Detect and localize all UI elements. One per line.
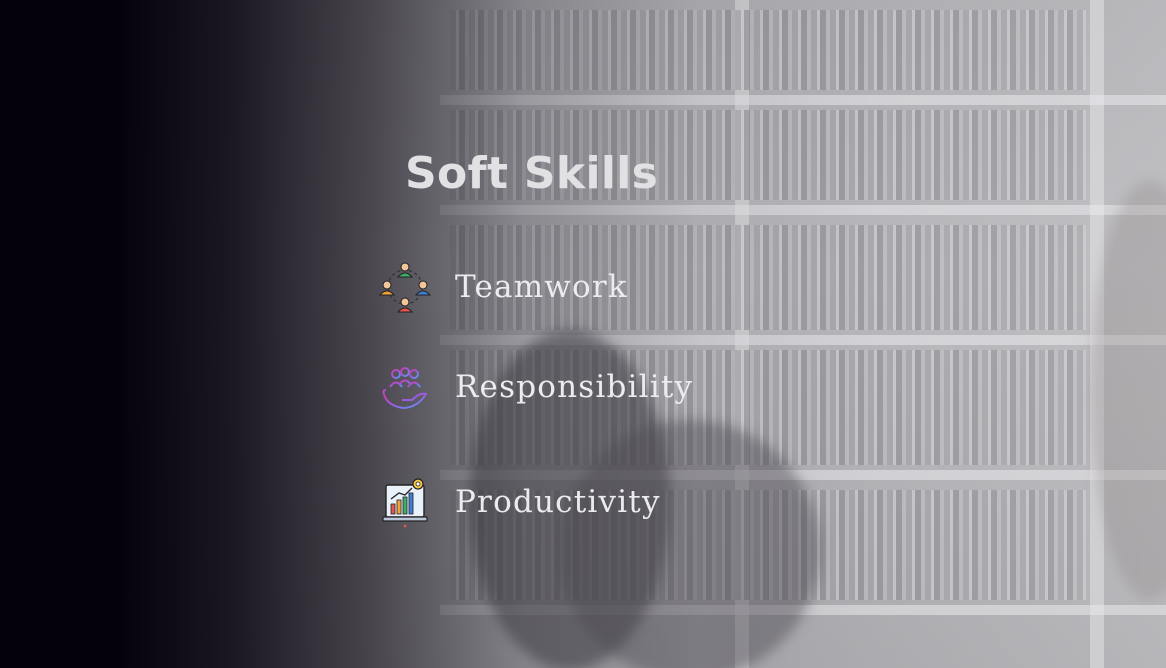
skill-label: Responsibility	[455, 369, 694, 405]
productivity-chart-laptop-icon	[378, 475, 432, 529]
skill-item-responsibility: Responsibility	[378, 360, 693, 414]
slide: Soft Skills Teamwork Responsibility Prod…	[0, 0, 1166, 668]
skill-item-teamwork: Teamwork	[378, 260, 628, 314]
skill-label: Teamwork	[455, 269, 628, 305]
light-gradient-overlay	[0, 0, 1166, 668]
slide-title: Soft Skills	[405, 148, 659, 199]
skill-item-productivity: Productivity	[378, 475, 661, 529]
skill-label: Productivity	[455, 484, 661, 520]
teamwork-network-icon	[378, 260, 432, 314]
hand-holding-people-icon	[378, 360, 432, 414]
